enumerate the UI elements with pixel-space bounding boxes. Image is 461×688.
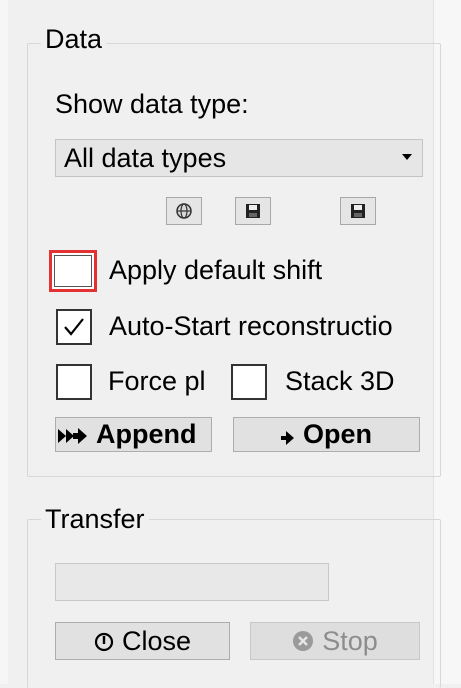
checkmark-icon — [64, 318, 84, 336]
transfer-group-title: Transfer — [41, 504, 149, 534]
data-panel: Data Show data type: All data types Appl… — [0, 0, 461, 688]
apply-default-shift-checkbox[interactable] — [49, 250, 97, 292]
close-button[interactable]: Close — [55, 622, 230, 660]
transfer-progress-bar — [55, 563, 329, 601]
auto-start-checkbox[interactable] — [56, 309, 92, 345]
arrow-right-icon — [280, 420, 295, 451]
force-checkbox[interactable] — [56, 364, 92, 400]
open-button-label: Open — [302, 419, 372, 449]
transfer-group-box — [27, 519, 441, 688]
force-label: Force pl — [108, 366, 206, 396]
data-group-title: Data — [41, 24, 107, 54]
globe-button[interactable] — [166, 197, 202, 225]
append-button-label: Append — [96, 419, 197, 449]
show-data-type-label: Show data type: — [55, 89, 249, 119]
data-type-select[interactable]: All data types — [55, 139, 423, 177]
open-button[interactable]: Open — [233, 417, 420, 452]
stack-3d-label: Stack 3D — [285, 366, 395, 396]
power-icon — [94, 625, 114, 659]
double-arrow-right-icon — [58, 420, 88, 451]
panel-left-edge — [0, 0, 8, 684]
globe-icon — [176, 203, 192, 219]
apply-default-shift-label: Apply default shift — [109, 255, 323, 285]
stop-button-label: Stop — [322, 626, 378, 656]
stack-3d-checkbox[interactable] — [231, 364, 267, 400]
save-icon — [246, 204, 260, 218]
close-button-label: Close — [121, 626, 192, 656]
stop-button[interactable]: Stop — [250, 622, 420, 660]
chevron-down-icon — [402, 154, 412, 160]
auto-start-label: Auto-Start reconstructio — [109, 311, 393, 341]
stop-icon — [292, 625, 314, 659]
append-button[interactable]: Append — [55, 417, 212, 452]
save-icon — [351, 204, 365, 218]
data-type-select-value: All data types — [64, 143, 227, 173]
save-button-2[interactable] — [340, 197, 376, 225]
save-button-1[interactable] — [235, 197, 271, 225]
